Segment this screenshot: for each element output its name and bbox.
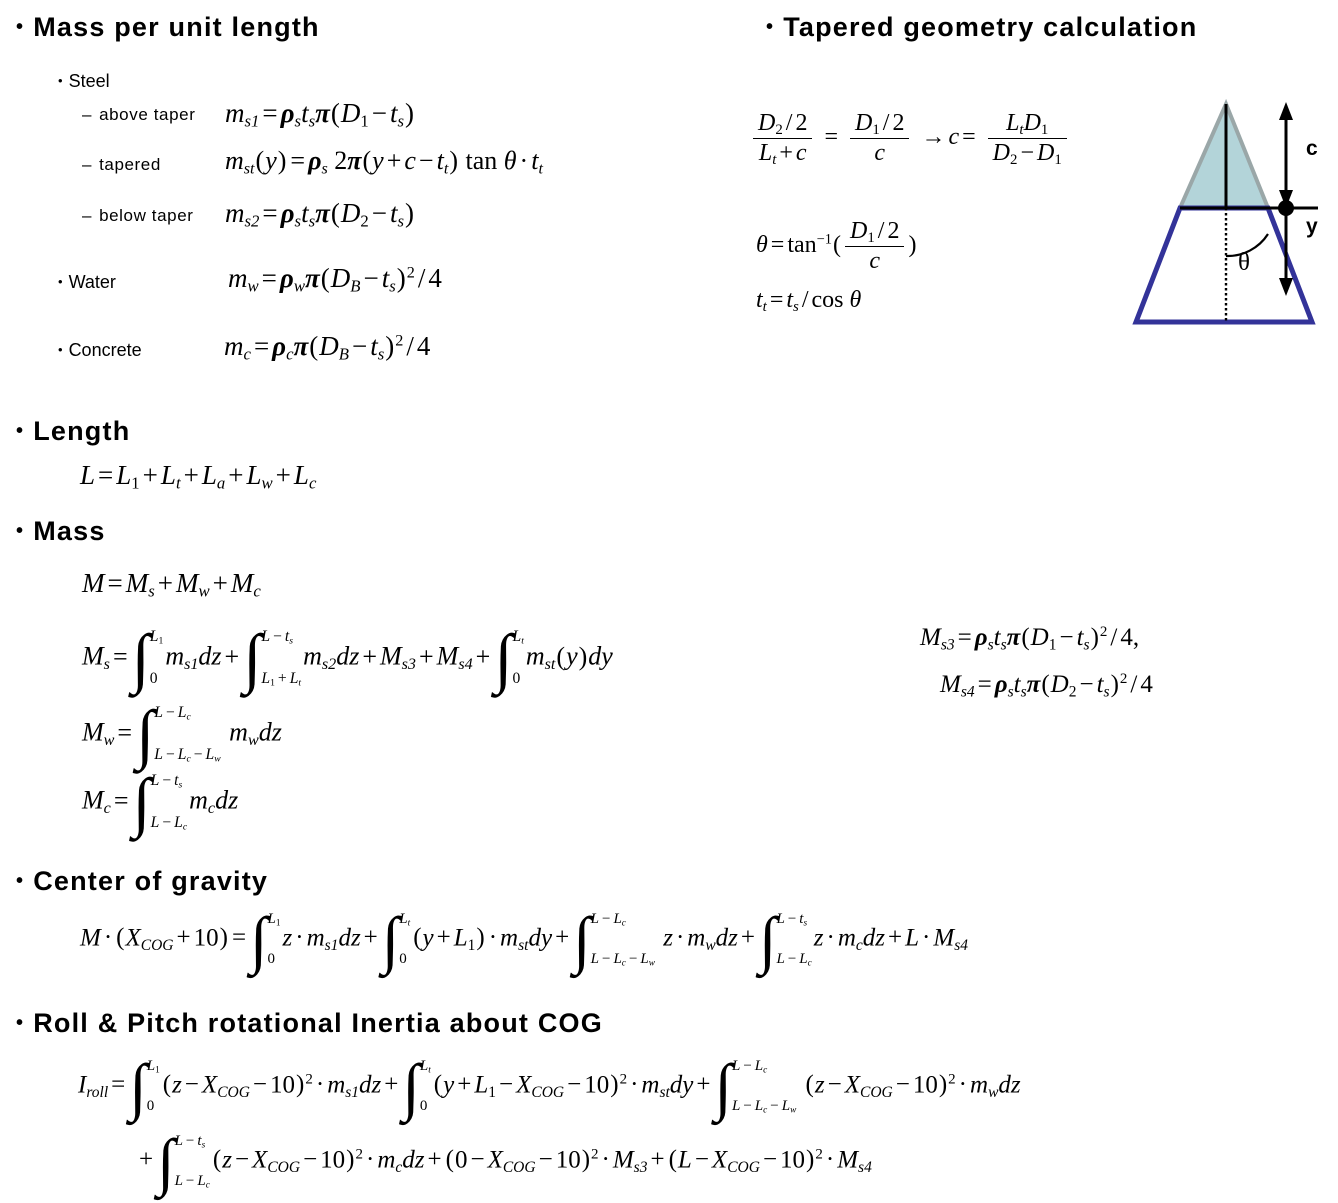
bullet-icon: • (16, 420, 25, 442)
heading-roll-pitch-label: Roll & Pitch rotational Inertia about CO… (33, 1008, 603, 1038)
bullet-icon: • (16, 520, 25, 542)
bullet-icon: • (58, 342, 63, 357)
heading-mass-per-unit-length: • Mass per unit length (16, 12, 320, 43)
formula-cog: M · (XCOG +10) =∫ L1 0 z · ms1dz +∫ Lt 0 (y + L1) · mstdy… (80, 903, 968, 975)
label-above-taper: – above taper (82, 105, 195, 125)
formula-m-st: mst(y) = ρs 2π(y + c − tt) tan θ · tt (225, 146, 543, 178)
subheading-steel: • Steel (58, 71, 110, 92)
diagram-label-c: c (1306, 137, 1318, 160)
label-tapered-text: tapered (99, 155, 161, 174)
label-below-taper-text: below taper (99, 206, 194, 225)
bullet-icon: • (58, 274, 63, 289)
heading-center-of-gravity: • Center of gravity (16, 866, 268, 897)
bullet-icon: • (58, 73, 63, 88)
formula-mass-water: Mw =∫ L − Lc L − Lc − Lw mwdz (82, 698, 282, 772)
dash-icon: – (82, 155, 93, 174)
arrow-up-icon (1279, 102, 1293, 120)
formula-mass-total: M = Ms + Mw + Mc (82, 568, 261, 601)
formula-mass-steel: Ms =∫ L1 0 ms1dz +∫ L − ts L1 + Lt ms2dz + Ms3 + Ms4 +∫ Lt… (82, 622, 613, 696)
formula-m-s2: ms2 = ρstsπ(D2− ts) (225, 198, 414, 231)
formula-length: L = L1 + Lt + La + Lw + Lc (80, 460, 317, 493)
formula-mass-concrete: Mc =∫ L − ts L − Lc mcdz (82, 766, 239, 840)
formula-m-s4: Ms4 = ρstsπ(D2− ts)2/4 (940, 671, 1153, 701)
bullet-icon: • (766, 16, 775, 38)
diagram-label-theta: θ (1238, 249, 1250, 276)
label-tapered: – tapered (82, 155, 161, 175)
subheading-concrete: • Concrete (58, 340, 142, 361)
formula-m-c: mc = ρcπ(DB − ts)2/4 (224, 331, 431, 364)
dash-icon: – (82, 105, 93, 124)
heading-tapered-geometry-label: Tapered geometry calculation (783, 12, 1198, 42)
diagram-label-y: y (1306, 215, 1318, 238)
subheading-water-label: Water (68, 272, 116, 292)
formula-m-w: mw = ρwπ(DB − ts)2/4 (228, 263, 442, 296)
taper-geometry-diagram (1132, 98, 1318, 325)
subheading-concrete-label: Concrete (68, 340, 142, 360)
heading-center-of-gravity-label: Center of gravity (33, 866, 269, 896)
heading-mass: • Mass (16, 516, 106, 547)
arrow-down-icon-y (1279, 278, 1293, 296)
label-above-taper-text: above taper (99, 105, 196, 124)
formula-i-roll-line2: +∫ L − ts L − Lc (z − XCOG −10)2 · mcdz + (0− XCOG −10)2… (139, 1125, 872, 1197)
heading-mass-per-unit-length-label: Mass per unit length (33, 12, 320, 42)
formula-m-s3: Ms3 = ρstsπ(D1− ts)2/4, (920, 624, 1140, 654)
bullet-icon: • (16, 870, 25, 892)
bullet-icon: • (16, 16, 25, 38)
formula-t-t: tt = ts / cos θ (756, 287, 862, 316)
formula-theta: θ = tan−1(D1/2 c) (756, 218, 917, 274)
heading-roll-pitch: • Roll & Pitch rotational Inertia about C… (16, 1008, 603, 1039)
formula-taper-ratio: D2/2 Lt + c = D1/2 c → c = LtD1 D2− D1 (750, 110, 1070, 167)
formula-m-s1: ms1 = ρstsπ(D1− ts) (225, 98, 414, 131)
subheading-steel-label: Steel (68, 71, 110, 91)
label-below-taper: – below taper (82, 206, 194, 226)
formula-i-roll-line1: Iroll =∫ L1 0 (z − XCOG −10)2 · ms1dz +∫ Lt 0 (y + L1− X… (78, 1050, 1021, 1122)
bullet-icon: • (16, 1012, 25, 1034)
dash-icon: – (82, 206, 93, 225)
heading-length: • Length (16, 416, 130, 447)
cone-shape (1176, 98, 1271, 210)
heading-length-label: Length (33, 416, 131, 446)
heading-tapered-geometry: • Tapered geometry calculation (766, 12, 1197, 43)
heading-mass-label: Mass (33, 516, 106, 546)
subheading-water: • Water (58, 272, 116, 293)
